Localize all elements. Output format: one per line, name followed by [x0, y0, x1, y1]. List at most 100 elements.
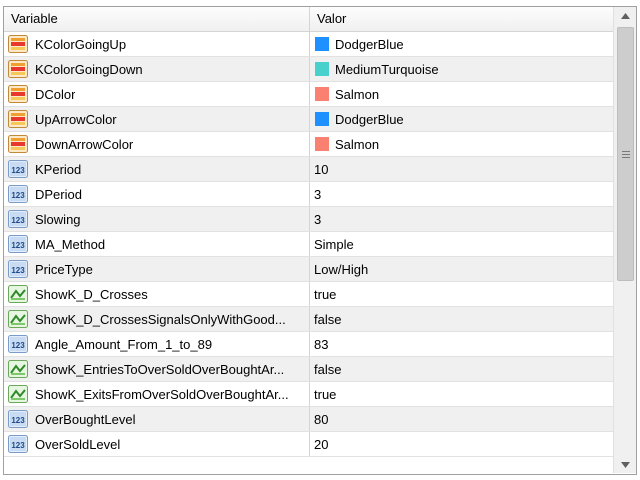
- value-text: MediumTurquoise: [335, 61, 439, 77]
- parameter-row[interactable]: ShowK_EntriesToOverSoldOverBoughtAr... fa…: [4, 357, 613, 382]
- variable-cell[interactable]: ShowK_D_CrossesSignalsOnlyWithGood...: [4, 307, 310, 331]
- value-text: 3: [314, 211, 322, 227]
- variable-cell[interactable]: DColor: [4, 82, 310, 106]
- variable-cell[interactable]: KColorGoingDown: [4, 57, 310, 81]
- parameter-row[interactable]: 123 Angle_Amount_From_1_to_89 83: [4, 332, 613, 357]
- value-cell[interactable]: false: [310, 307, 613, 331]
- parameter-row[interactable]: DColor Salmon: [4, 82, 613, 107]
- variable-column-header[interactable]: Variable: [4, 7, 310, 31]
- variable-name: Slowing: [35, 211, 81, 227]
- parameter-row[interactable]: 123 OverBoughtLevel 80: [4, 407, 613, 432]
- variable-cell[interactable]: 123 MA_Method: [4, 232, 310, 256]
- grip-icon: [621, 150, 630, 158]
- variable-name: DownArrowColor: [35, 136, 134, 152]
- scrollbar-thumb[interactable]: [617, 27, 634, 281]
- variable-cell[interactable]: 123 OverSoldLevel: [4, 432, 310, 456]
- color-icon: [8, 110, 28, 128]
- value-cell[interactable]: Simple: [310, 232, 613, 256]
- variable-name: KColorGoingUp: [35, 36, 127, 52]
- vertical-scrollbar[interactable]: [613, 7, 636, 473]
- variable-cell[interactable]: 123 DPeriod: [4, 182, 310, 206]
- variable-cell[interactable]: 123 Angle_Amount_From_1_to_89: [4, 332, 310, 356]
- value-cell[interactable]: 80: [310, 407, 613, 431]
- svg-text:123: 123: [11, 191, 25, 200]
- svg-text:123: 123: [11, 266, 25, 275]
- parameter-row[interactable]: 123 MA_Method Simple: [4, 232, 613, 257]
- variable-name: KColorGoingDown: [35, 61, 143, 77]
- variable-name: OverSoldLevel: [35, 436, 121, 452]
- value-text: false: [314, 311, 342, 327]
- color-icon: [8, 85, 28, 103]
- value-cell[interactable]: true: [310, 282, 613, 306]
- scroll-up-arrow-icon[interactable]: [614, 7, 636, 24]
- variable-cell[interactable]: 123 PriceType: [4, 257, 310, 281]
- variable-cell[interactable]: ShowK_D_Crosses: [4, 282, 310, 306]
- variable-cell[interactable]: 123 OverBoughtLevel: [4, 407, 310, 431]
- parameter-row[interactable]: 123 Slowing 3: [4, 207, 613, 232]
- parameter-row[interactable]: KColorGoingUp DodgerBlue: [4, 32, 613, 57]
- variable-name: DColor: [35, 86, 76, 102]
- svg-text:123: 123: [11, 416, 25, 425]
- variable-name: PriceType: [35, 261, 93, 277]
- variable-name: ShowK_ExitsFromOverSoldOverBoughtAr...: [35, 386, 289, 402]
- parameter-row[interactable]: DownArrowColor Salmon: [4, 132, 613, 157]
- variable-cell[interactable]: ShowK_ExitsFromOverSoldOverBoughtAr...: [4, 382, 310, 406]
- number-icon: 123: [8, 185, 28, 203]
- svg-text:123: 123: [11, 241, 25, 250]
- scroll-down-arrow-icon[interactable]: [614, 456, 636, 473]
- parameter-row[interactable]: KColorGoingDown MediumTurquoise: [4, 57, 613, 82]
- value-cell[interactable]: 20: [310, 432, 613, 456]
- parameter-row[interactable]: UpArrowColor DodgerBlue: [4, 107, 613, 132]
- variable-name: KPeriod: [35, 161, 82, 177]
- parameter-row[interactable]: ShowK_D_CrossesSignalsOnlyWithGood... fal…: [4, 307, 613, 332]
- variable-cell[interactable]: 123 Slowing: [4, 207, 310, 231]
- value-text: DodgerBlue: [335, 111, 404, 127]
- boolean-icon: [8, 360, 28, 378]
- value-cell[interactable]: MediumTurquoise: [310, 57, 613, 81]
- value-text: 20: [314, 436, 329, 452]
- value-column-header[interactable]: Valor: [310, 7, 613, 31]
- variable-cell[interactable]: UpArrowColor: [4, 107, 310, 131]
- value-text: Salmon: [335, 136, 380, 152]
- parameter-row[interactable]: 123 KPeriod 10: [4, 157, 613, 182]
- parameter-row[interactable]: 123 PriceType Low/High: [4, 257, 613, 282]
- value-text: 10: [314, 161, 329, 177]
- parameter-row[interactable]: 123 DPeriod 3: [4, 182, 613, 207]
- value-text: true: [314, 386, 337, 402]
- number-icon: 123: [8, 435, 28, 453]
- color-swatch: [315, 37, 329, 51]
- number-icon: 123: [8, 235, 28, 253]
- svg-text:123: 123: [11, 441, 25, 450]
- value-cell[interactable]: DodgerBlue: [310, 107, 613, 131]
- value-cell[interactable]: DodgerBlue: [310, 32, 613, 56]
- value-cell[interactable]: 83: [310, 332, 613, 356]
- boolean-icon: [8, 285, 28, 303]
- variable-name: ShowK_D_Crosses: [35, 286, 148, 302]
- value-cell[interactable]: 10: [310, 157, 613, 181]
- value-text: Salmon: [335, 86, 380, 102]
- value-cell[interactable]: 3: [310, 207, 613, 231]
- number-icon: 123: [8, 410, 28, 428]
- color-icon: [8, 60, 28, 78]
- value-cell[interactable]: Salmon: [310, 82, 613, 106]
- variable-cell[interactable]: DownArrowColor: [4, 132, 310, 156]
- value-cell[interactable]: Salmon: [310, 132, 613, 156]
- value-cell[interactable]: false: [310, 357, 613, 381]
- number-icon: 123: [8, 260, 28, 278]
- variable-cell[interactable]: 123 KPeriod: [4, 157, 310, 181]
- parameter-row[interactable]: ShowK_ExitsFromOverSoldOverBoughtAr... tr…: [4, 382, 613, 407]
- grid-header: Variable Valor: [4, 7, 613, 32]
- value-cell[interactable]: true: [310, 382, 613, 406]
- variable-name: MA_Method: [35, 236, 106, 252]
- value-cell[interactable]: 3: [310, 182, 613, 206]
- value-text: Low/High: [314, 261, 369, 277]
- variable-name: OverBoughtLevel: [35, 411, 136, 427]
- value-text: 80: [314, 411, 329, 427]
- value-cell[interactable]: Low/High: [310, 257, 613, 281]
- variable-cell[interactable]: ShowK_EntriesToOverSoldOverBoughtAr...: [4, 357, 310, 381]
- parameter-row[interactable]: ShowK_D_Crosses true: [4, 282, 613, 307]
- variable-name: UpArrowColor: [35, 111, 117, 127]
- variable-cell[interactable]: KColorGoingUp: [4, 32, 310, 56]
- parameter-row[interactable]: 123 OverSoldLevel 20: [4, 432, 613, 457]
- variable-name: Angle_Amount_From_1_to_89: [35, 336, 213, 352]
